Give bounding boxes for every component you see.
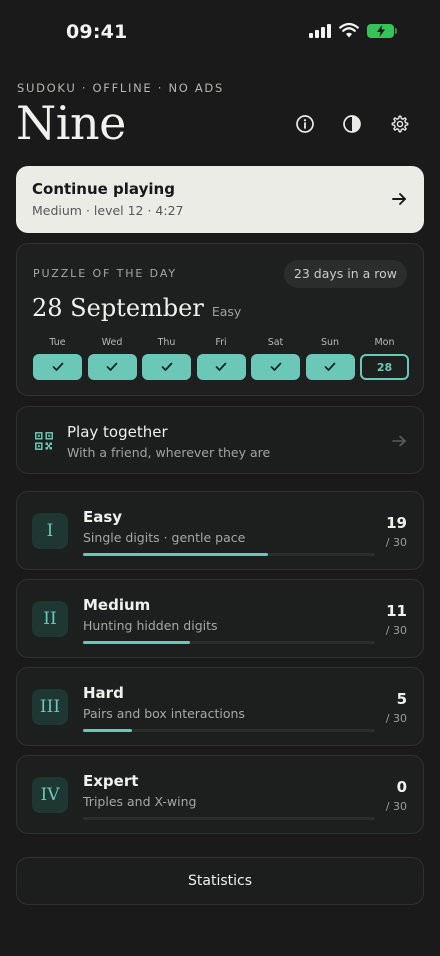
week-strip: Tue Wed Thu Fri Sat Sun Mon 28 (33, 336, 409, 380)
level-progress-fill (83, 641, 191, 644)
day-tue: Tue (33, 336, 82, 380)
level-completed-count: 19 (386, 514, 407, 532)
day-label: Thu (157, 337, 176, 348)
daily-date-text: 28 September (32, 294, 204, 322)
continue-subtitle: Medium · level 12 · 4:27 (32, 203, 184, 218)
checkmark-icon (270, 362, 281, 371)
level-description: Hunting hidden digits (83, 618, 218, 633)
day-label: Fri (215, 337, 227, 348)
level-progress-fill (83, 553, 268, 556)
info-button[interactable] (291, 110, 319, 138)
arrow-right-icon (392, 193, 406, 205)
settings-button[interactable] (386, 110, 414, 138)
daily-difficulty: Easy (211, 304, 242, 319)
level-progress-track (83, 729, 375, 732)
level-completed-count: 0 (396, 778, 407, 796)
checkmark-icon (161, 362, 172, 371)
puzzle-of-the-day-card[interactable]: PUZZLE OF THE DAY 23 days in a row 28 Se… (16, 243, 424, 396)
level-card-medium[interactable]: II Medium Hunting hidden digits 11 / 30 (16, 579, 424, 658)
level-total-count: / 30 (385, 712, 407, 725)
arrow-right-icon (392, 435, 406, 447)
day-label: Sun (320, 337, 340, 348)
level-name: Easy (83, 508, 123, 526)
continue-playing-card[interactable]: Continue playing Medium · level 12 · 4:2… (16, 166, 424, 233)
battery-charging-icon (367, 23, 397, 38)
day-today-box[interactable]: 28 (360, 354, 409, 380)
level-description: Single digits · gentle pace (83, 530, 246, 545)
status-icons (309, 23, 397, 38)
level-completed-count: 5 (396, 690, 407, 708)
level-description: Pairs and box interactions (83, 706, 245, 721)
checkmark-icon (324, 362, 336, 371)
level-total-count: / 30 (385, 624, 407, 637)
continue-title: Continue playing (32, 180, 175, 198)
daily-date: 28 September Easy (32, 294, 241, 322)
level-name: Expert (83, 772, 139, 790)
day-completed-box[interactable] (87, 354, 137, 380)
info-icon (296, 115, 314, 133)
statistics-button[interactable]: Statistics (16, 857, 424, 905)
contrast-icon (343, 115, 361, 133)
day-completed-box[interactable] (251, 354, 300, 380)
status-time: 09:41 (66, 21, 128, 43)
day-label: Mon (374, 337, 395, 348)
day-label: Tue (49, 337, 66, 348)
play-together-title: Play together (67, 423, 168, 441)
day-wed: Wed (87, 336, 137, 380)
day-completed-box[interactable] (196, 354, 246, 380)
level-numeral-badge: II (32, 601, 68, 637)
day-completed-box[interactable] (142, 354, 191, 380)
level-card-expert[interactable]: IV Expert Triples and X-wing 0 / 30 (16, 755, 424, 834)
checkmark-icon (106, 362, 118, 371)
level-name: Hard (83, 684, 124, 702)
checkmark-icon (52, 362, 63, 371)
level-total-count: / 30 (385, 536, 407, 549)
level-progress-track (83, 553, 375, 556)
day-fri: Fri (196, 336, 246, 380)
level-description: Triples and X-wing (83, 794, 197, 809)
checkmark-icon (215, 362, 227, 371)
theme-toggle-button[interactable] (338, 110, 366, 138)
gear-icon (391, 115, 409, 133)
streak-badge: 23 days in a row (283, 260, 407, 288)
level-name: Medium (83, 596, 151, 614)
level-completed-count: 11 (386, 602, 407, 620)
level-card-easy[interactable]: I Easy Single digits · gentle pace 19 / 30 (16, 491, 424, 570)
day-label: Sat (267, 337, 284, 348)
daily-label: PUZZLE OF THE DAY (33, 267, 178, 280)
day-thu: Thu (142, 336, 191, 380)
play-together-subtitle: With a friend, wherever they are (67, 445, 271, 460)
level-numeral-badge: IV (32, 777, 68, 813)
day-mon: Mon 28 (360, 336, 409, 380)
day-completed-box[interactable] (305, 354, 355, 380)
app-title: Nine (16, 96, 126, 150)
day-sat: Sat (251, 336, 300, 380)
level-numeral-badge: III (32, 689, 68, 725)
level-numeral-badge: I (32, 513, 68, 549)
day-completed-box[interactable] (33, 354, 82, 380)
cellular-signal-icon (309, 23, 331, 38)
app-tagline: SUDOKU · OFFLINE · NO ADS (17, 81, 224, 95)
level-card-hard[interactable]: III Hard Pairs and box interactions 5 / 30 (16, 667, 424, 746)
level-progress-track (83, 817, 375, 820)
qr-code-icon (35, 432, 53, 450)
level-total-count: / 30 (385, 800, 407, 813)
level-progress-track (83, 641, 375, 644)
status-bar: 09:41 (0, 0, 440, 64)
level-progress-fill (83, 729, 132, 732)
play-together-card[interactable]: Play together With a friend, wherever th… (16, 406, 424, 474)
day-sun: Sun (305, 336, 355, 380)
wifi-icon (339, 23, 359, 38)
day-label: Wed (101, 337, 123, 348)
